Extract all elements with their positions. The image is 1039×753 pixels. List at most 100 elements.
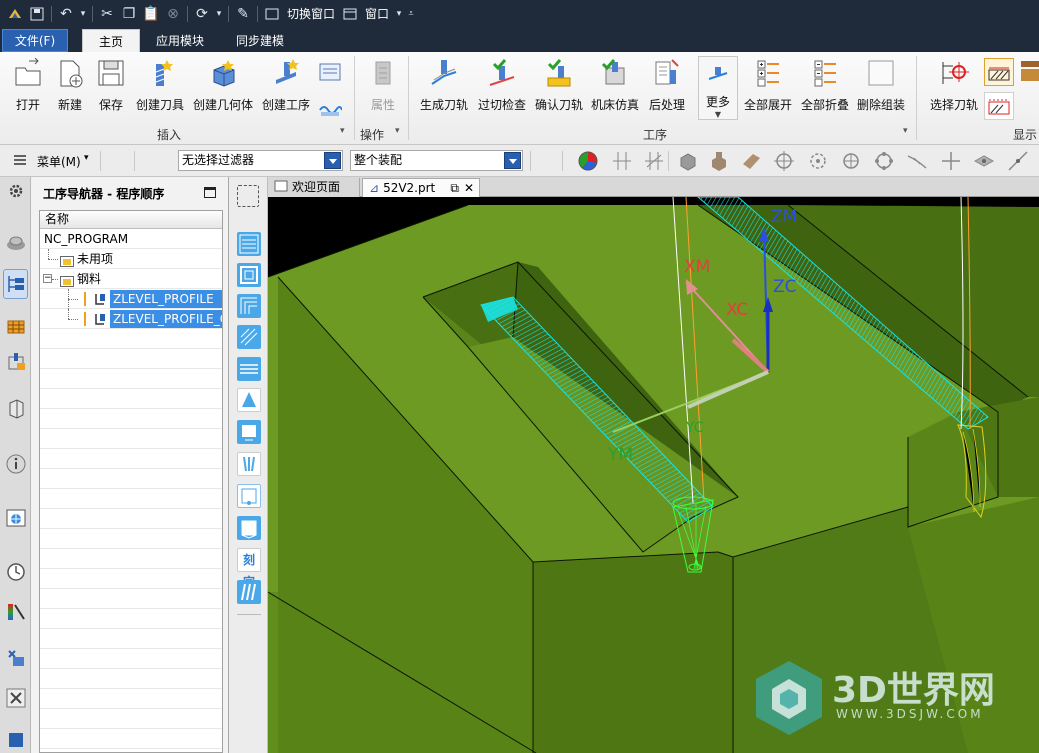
open-button[interactable]: 打开 bbox=[12, 56, 44, 113]
save-button[interactable]: 保存 bbox=[95, 56, 127, 113]
center-snap-icon[interactable] bbox=[807, 150, 829, 172]
small-insert-button-2[interactable] bbox=[318, 94, 342, 118]
file-menu-tab[interactable]: 文件(F) bbox=[2, 29, 68, 52]
flowcut-icon[interactable] bbox=[237, 357, 261, 381]
window-menu-button[interactable]: 窗口 bbox=[365, 5, 389, 22]
face-point-icon[interactable] bbox=[973, 150, 995, 172]
close-tab-icon[interactable]: ✕ bbox=[464, 179, 474, 197]
repeat-dropdown-icon[interactable]: ▾ bbox=[213, 4, 225, 24]
tab-home[interactable]: 主页 bbox=[82, 29, 141, 52]
machine-simulation-button[interactable]: 机床仿真 bbox=[591, 56, 639, 113]
collapse-node-icon[interactable]: − bbox=[43, 274, 52, 283]
history-icon[interactable] bbox=[3, 557, 28, 587]
repeat-command-icon[interactable]: ⟳ bbox=[191, 4, 213, 24]
paste-icon[interactable]: 📋 bbox=[140, 4, 162, 24]
create-geometry-button[interactable]: 创建几何体 bbox=[193, 56, 253, 113]
taper-mill-icon[interactable] bbox=[237, 388, 261, 412]
grid-snap-icon[interactable] bbox=[611, 150, 633, 172]
selection-filter-dropdown-icon[interactable] bbox=[324, 152, 341, 169]
planar-profile-icon[interactable] bbox=[237, 484, 261, 508]
switch-window-icon[interactable] bbox=[261, 4, 283, 24]
delete-assembly-button[interactable]: 删除组装 bbox=[857, 56, 905, 113]
fit-frame-icon[interactable] bbox=[237, 185, 259, 207]
solid-body-icon[interactable] bbox=[677, 150, 699, 172]
expand-all-button[interactable]: 全部展开 bbox=[744, 56, 792, 113]
pop-out-icon[interactable]: ⧉ bbox=[450, 179, 459, 197]
curve-point-icon[interactable] bbox=[906, 150, 928, 172]
cut-icon[interactable]: ✂ bbox=[96, 4, 118, 24]
solid-profile-icon[interactable] bbox=[237, 516, 261, 540]
drill-icon[interactable] bbox=[237, 452, 261, 476]
part-library-icon[interactable] bbox=[3, 393, 28, 423]
generate-toolpath-button[interactable]: 生成刀轨 bbox=[420, 56, 468, 113]
line-point-icon[interactable] bbox=[1007, 150, 1029, 172]
selection-filter-combo[interactable]: 无选择过滤器 bbox=[178, 150, 343, 171]
tree-row-nc-program[interactable]: NC_PROGRAM bbox=[40, 229, 222, 249]
engrave-text-icon[interactable]: 刻字 bbox=[237, 548, 261, 589]
tree-row-steel[interactable]: − 钢料 bbox=[40, 269, 222, 289]
color-wheel-icon[interactable] bbox=[577, 150, 599, 172]
delete-icon[interactable]: ⊗ bbox=[162, 4, 184, 24]
small-insert-button-1[interactable] bbox=[318, 60, 342, 84]
web-browser-icon[interactable] bbox=[3, 503, 28, 533]
info-icon[interactable] bbox=[3, 449, 28, 479]
face-mill-icon[interactable] bbox=[237, 420, 261, 444]
component-icon[interactable] bbox=[708, 150, 730, 172]
verify-toolpath-button[interactable]: 确认刀轨 bbox=[535, 56, 583, 113]
display-toolpath-button[interactable] bbox=[984, 58, 1014, 86]
contour-area-icon[interactable] bbox=[237, 325, 261, 349]
select-toolpath-button[interactable]: 选择刀轨 bbox=[930, 56, 978, 113]
create-operation-button[interactable]: 创建工序 bbox=[262, 56, 310, 113]
tab-part-file[interactable]: ⊿ 52V2.prt ⧉ ✕ bbox=[362, 178, 480, 197]
tree-row-zlevel-profile-copy[interactable]: ZLEVEL_PROFILE_CO bbox=[40, 309, 222, 329]
copy-icon[interactable]: ❐ bbox=[118, 4, 140, 24]
arc-center-icon[interactable] bbox=[873, 150, 895, 172]
undo-dropdown-icon[interactable]: ▾ bbox=[77, 4, 89, 24]
menu-dropdown-icon[interactable]: ▾ bbox=[84, 153, 89, 163]
face-icon[interactable] bbox=[740, 150, 762, 172]
point-snap-icon[interactable] bbox=[773, 150, 795, 172]
grid-snap-2-icon[interactable] bbox=[643, 150, 665, 172]
touch-mode-icon[interactable]: ✎ bbox=[232, 4, 254, 24]
operation-navigator-icon[interactable] bbox=[3, 269, 28, 299]
roles-icon[interactable] bbox=[3, 723, 28, 753]
tools-icon[interactable] bbox=[3, 683, 28, 713]
reuse-library-icon[interactable] bbox=[3, 643, 28, 673]
window-icon[interactable] bbox=[339, 4, 361, 24]
name-column-header[interactable]: 名称 bbox=[40, 211, 222, 229]
create-tool-button[interactable]: 创建刀具 bbox=[136, 56, 184, 113]
thread-mill-icon[interactable] bbox=[237, 580, 261, 604]
customize-quick-access-icon[interactable]: ⩡ bbox=[405, 4, 417, 24]
menu-button[interactable]: 菜单(M) bbox=[37, 153, 81, 170]
gouge-check-button[interactable]: 过切检查 bbox=[478, 56, 526, 113]
undo-icon[interactable]: ↶ bbox=[55, 4, 77, 24]
collapse-all-button[interactable]: 全部折叠 bbox=[801, 56, 849, 113]
assembly-scope-dropdown-icon[interactable] bbox=[504, 152, 521, 169]
menu-hamburger-icon[interactable] bbox=[13, 153, 27, 167]
quadrant-snap-icon[interactable] bbox=[840, 150, 862, 172]
window-dropdown-icon[interactable]: ▾ bbox=[393, 4, 405, 24]
more-button[interactable]: 更多 ▼ bbox=[698, 56, 738, 120]
process-studio-icon[interactable] bbox=[3, 597, 28, 627]
intersection-icon[interactable] bbox=[940, 150, 962, 172]
assembly-navigator-icon[interactable] bbox=[3, 227, 28, 257]
save-icon[interactable] bbox=[26, 4, 48, 24]
machine-builder-icon[interactable] bbox=[3, 347, 28, 377]
planar-mill-icon[interactable] bbox=[237, 263, 261, 287]
tree-row-zlevel-profile[interactable]: ZLEVEL_PROFILE bbox=[40, 289, 222, 309]
machine-tool-navigator-icon[interactable] bbox=[3, 311, 28, 341]
display-cutting-button[interactable] bbox=[984, 92, 1014, 120]
zlevel-icon[interactable] bbox=[237, 294, 261, 318]
tab-synchronous-modeling[interactable]: 同步建模 bbox=[220, 29, 300, 52]
tab-application[interactable]: 应用模块 bbox=[140, 29, 220, 52]
postprocess-button[interactable]: 后处理 bbox=[649, 56, 685, 113]
maximize-panel-icon[interactable] bbox=[204, 187, 216, 198]
new-button[interactable]: 新建 bbox=[54, 56, 86, 113]
assembly-scope-combo[interactable]: 整个装配 bbox=[350, 150, 523, 171]
switch-window-button[interactable]: 切换窗口 bbox=[287, 5, 335, 22]
tree-row-unused-items[interactable]: 未用项 bbox=[40, 249, 222, 269]
cavity-mill-icon[interactable] bbox=[237, 232, 261, 256]
resource-settings-icon[interactable] bbox=[3, 177, 28, 205]
graphics-window[interactable]: ZM ZC XM XC YM YC 3D世界网 WWW.3DSJW.COM bbox=[268, 197, 1039, 753]
display-extra-button[interactable] bbox=[1017, 58, 1039, 84]
